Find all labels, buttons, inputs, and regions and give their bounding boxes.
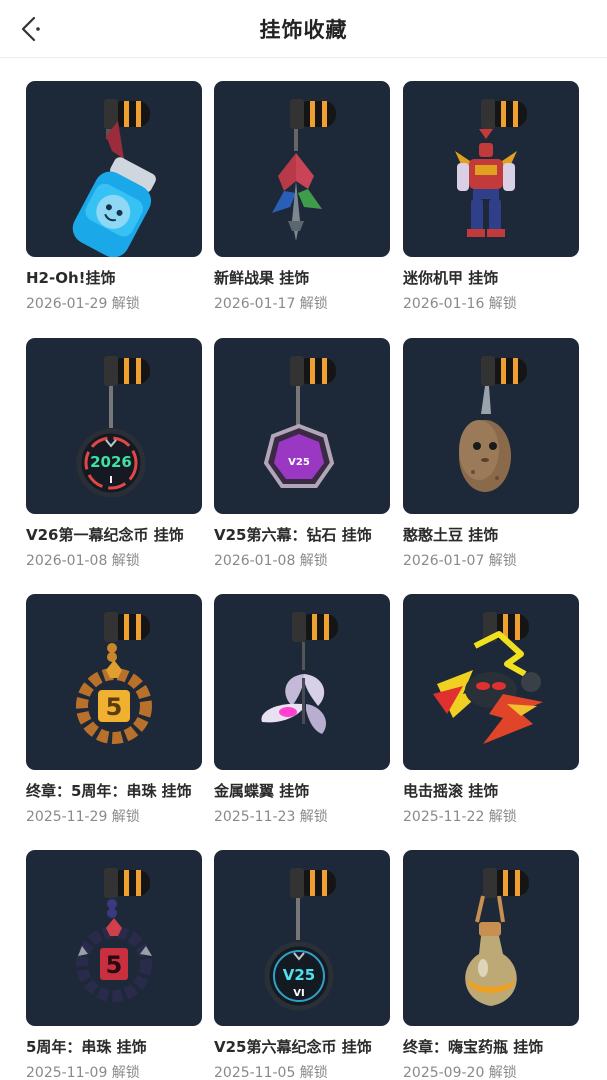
app-header: 挂饰收藏 [0, 0, 607, 58]
unlock-date: 2026-01-08 解锁 [214, 553, 328, 569]
clip-icon [483, 868, 529, 898]
charm-name: 5周年：串珠 挂饰 [26, 1038, 147, 1056]
charm-name: V26第一幕纪念币 挂饰 [26, 526, 184, 544]
clip-icon [290, 868, 336, 940]
unlock-date: 2026-01-29 解锁 [26, 296, 140, 312]
unlock-date: 2025-11-05 解锁 [214, 1065, 328, 1080]
charm-name: V25第六幕纪念币 挂饰 [214, 1038, 372, 1056]
charm-name: V25第六幕：钻石 挂饰 [214, 526, 372, 544]
charm-name: 电击摇滚 挂饰 [403, 782, 499, 800]
potato-icon [459, 356, 527, 492]
coin-label: 2026 [90, 453, 132, 471]
clip-icon [104, 868, 150, 918]
mini-mech-icon [455, 99, 527, 237]
coin-2026-icon: 2026 I [76, 356, 150, 498]
clip-icon [104, 612, 150, 662]
unlock-date: 2026-01-08 解锁 [26, 553, 140, 569]
charm-thumbnail[interactable]: 5 [26, 594, 202, 770]
page-title: 挂饰收藏 [259, 18, 348, 42]
charm-name: H2-Oh!挂饰 [26, 269, 116, 287]
coin-v25-icon: V25 VI [264, 868, 336, 1011]
water-bottle-icon [72, 99, 156, 257]
badge-label: 5 [106, 951, 123, 979]
charm-thumbnail[interactable]: 2026 I [26, 338, 202, 514]
red-bead-ring-icon: 5 [76, 868, 152, 1002]
unlock-date: 2025-11-09 解锁 [26, 1065, 140, 1080]
clip-icon [292, 612, 338, 670]
charm-thumbnail[interactable] [403, 850, 579, 1026]
charm-thumbnail[interactable] [214, 81, 390, 257]
charm-thumbnail[interactable] [403, 594, 579, 770]
charm-name: 新鲜战果 挂饰 [214, 269, 310, 287]
charm-thumbnail[interactable] [403, 338, 579, 514]
unlock-date: 2026-01-17 解锁 [214, 296, 328, 312]
charm-thumbnail[interactable] [403, 81, 579, 257]
unlock-date: 2025-11-29 解锁 [26, 809, 140, 825]
charm-name: 终章：嗨宝药瓶 挂饰 [403, 1038, 544, 1056]
clip-icon [290, 99, 336, 151]
charm-thumbnail[interactable]: V25 VI [214, 850, 390, 1026]
clip-icon [481, 356, 527, 386]
lightning-rock-icon [433, 612, 543, 744]
leaf-sword-icon [272, 99, 336, 241]
coin-label: V25 [283, 966, 315, 984]
badge-label: 5 [106, 693, 123, 721]
potion-flask-icon [465, 868, 529, 1006]
diamond-badge-icon: V25 [263, 356, 336, 488]
charm-name: 金属蝶翼 挂饰 [214, 782, 310, 800]
clip-icon [481, 99, 527, 129]
clip-icon [104, 356, 150, 428]
unlock-date: 2026-01-07 解锁 [403, 553, 517, 569]
charm-thumbnail[interactable]: 5 [26, 850, 202, 1026]
badge-label: V25 [288, 457, 310, 468]
gold-bead-ring-icon: 5 [76, 612, 152, 744]
unlock-date: 2025-11-23 解锁 [214, 809, 328, 825]
unlock-date: 2025-11-22 解锁 [403, 809, 517, 825]
charm-name: 终章：5周年：串珠 挂饰 [26, 782, 192, 800]
charm-thumbnail[interactable] [26, 81, 202, 257]
coin-sub-label: I [109, 475, 113, 486]
charm-thumbnail[interactable] [214, 594, 390, 770]
coin-sub-label: VI [293, 988, 304, 999]
charm-name: 迷你机甲 挂饰 [403, 269, 499, 287]
unlock-date: 2025-09-20 解锁 [403, 1065, 517, 1080]
charm-name: 憨憨土豆 挂饰 [403, 526, 499, 544]
charm-thumbnail[interactable]: V25 [214, 338, 390, 514]
unlock-date: 2026-01-16 解锁 [403, 296, 517, 312]
clip-icon [290, 356, 336, 426]
metal-butterfly-icon [261, 612, 338, 734]
